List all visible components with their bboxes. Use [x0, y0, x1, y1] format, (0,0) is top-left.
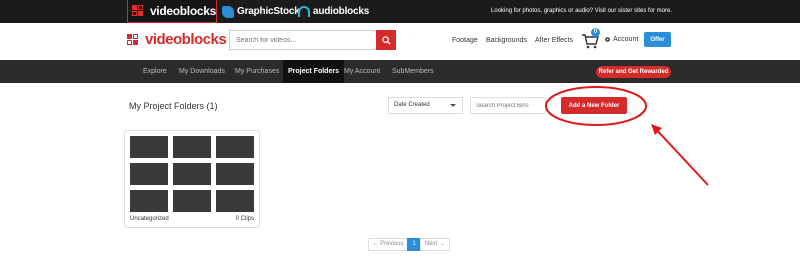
videoblocks-logo-icon	[132, 5, 146, 17]
clip-thumbnail	[173, 190, 211, 212]
nav-after-effects[interactable]: After Effects	[535, 37, 573, 44]
clip-thumbnail	[130, 136, 168, 158]
headphones-icon	[298, 6, 310, 17]
sort-select[interactable]: Date Created	[388, 97, 463, 114]
search-button[interactable]	[376, 30, 396, 50]
sister-videoblocks-link[interactable]: videoblocks	[127, 0, 217, 23]
search-bar	[229, 30, 396, 50]
pagination: ← Previous 1 Next →	[368, 238, 450, 251]
folder-card[interactable]: Uncategorized 0 Clips	[124, 130, 260, 228]
folder-name: Uncategorized	[130, 216, 169, 222]
clip-thumbnail	[216, 190, 254, 212]
nav-my-purchases[interactable]: My Purchases	[235, 60, 279, 83]
sister-audioblocks-label: audioblocks	[313, 6, 370, 17]
sister-videoblocks-label: videoblocks	[149, 4, 216, 18]
pointer-arrow	[652, 125, 709, 186]
add-new-folder-button[interactable]: Add a New Folder	[561, 97, 627, 114]
nav-my-account[interactable]: My Account	[344, 60, 380, 83]
sister-audioblocks-link[interactable]: audioblocks	[298, 0, 369, 23]
clip-thumbnail	[173, 136, 211, 158]
videoblocks-logo-icon	[127, 33, 141, 46]
page-title: My Project Folders (1)	[129, 101, 218, 111]
clip-thumbnail	[216, 136, 254, 158]
search-input[interactable]	[229, 30, 376, 50]
sister-graphicstock-label: GraphicStock	[237, 6, 300, 17]
sister-sites-bar: videoblocks GraphicStock audioblocks Loo…	[0, 0, 800, 23]
nav-footage[interactable]: Footage	[452, 37, 478, 44]
refer-button[interactable]: Refer and Get Rewarded	[596, 66, 671, 78]
nav-backgrounds[interactable]: Backgrounds	[486, 37, 527, 44]
search-icon	[381, 35, 391, 45]
account-navbar: Explore My Downloads My Purchases Projec…	[0, 60, 800, 83]
nav-project-folders[interactable]: Project Folders	[283, 60, 344, 83]
clip-thumbnail	[130, 190, 168, 212]
gear-icon	[605, 37, 610, 42]
account-label: Account	[613, 36, 639, 43]
clip-thumbnail	[216, 163, 254, 185]
cart-count-badge: 0	[591, 28, 600, 37]
main-logo-text: videoblocks	[145, 31, 227, 48]
clip-thumbnail	[130, 163, 168, 185]
account-menu[interactable]: Account	[604, 36, 638, 43]
main-logo[interactable]: videoblocks	[127, 31, 227, 48]
nav-explore[interactable]: Explore	[143, 60, 167, 83]
caret-down-icon	[450, 104, 456, 107]
project-bins-search-input[interactable]	[470, 97, 546, 114]
offer-button[interactable]: Offer	[644, 32, 671, 47]
graphicstock-logo-icon	[222, 5, 234, 18]
next-page-button[interactable]: Next →	[420, 238, 450, 251]
sister-graphicstock-link[interactable]: GraphicStock	[222, 0, 300, 23]
sort-select-value: Date Created	[394, 102, 430, 108]
clip-thumbnail	[173, 163, 211, 185]
folder-clip-count: 0 Clips	[235, 216, 254, 222]
site-header: videoblocks Footage Backgrounds After Ef…	[0, 23, 800, 60]
sister-tagline: Looking for photos, graphics or audio? V…	[491, 8, 672, 14]
nav-my-downloads[interactable]: My Downloads	[179, 60, 225, 83]
previous-page-button[interactable]: ← Previous	[368, 238, 408, 251]
arrow-head-icon	[651, 124, 662, 135]
page-1-button[interactable]: 1	[407, 238, 421, 251]
nav-submembers[interactable]: SubMembers	[392, 60, 434, 83]
